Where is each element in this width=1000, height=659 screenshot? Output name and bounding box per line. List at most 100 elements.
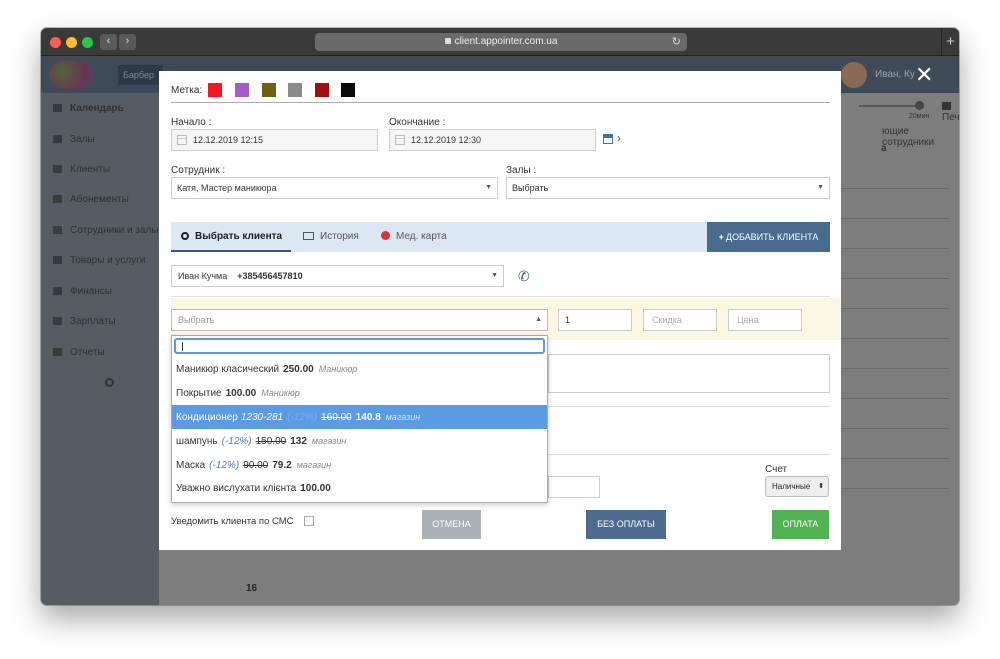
app-logo: [49, 61, 95, 89]
dropdown-option[interactable]: Маникюр класический 250.00 Маникюр: [172, 357, 547, 381]
avatar[interactable]: [841, 62, 867, 88]
sms-checkbox[interactable]: [304, 516, 314, 526]
zoom-slider[interactable]: [859, 105, 919, 107]
option-category: магазин: [311, 436, 347, 446]
amount-input[interactable]: [548, 476, 600, 498]
dropdown-option[interactable]: Покрытие 100.00 Маникюр: [172, 381, 547, 405]
phone-icon[interactable]: ✆: [518, 268, 530, 285]
sidebar-item-products[interactable]: Товары и услуги: [53, 254, 146, 268]
chevron-up-icon: ▲: [535, 316, 542, 323]
maximize-window-button[interactable]: [82, 37, 93, 48]
account-select[interactable]: Наличные ⬍: [765, 476, 829, 497]
option-name: Маникюр класический: [176, 364, 280, 375]
end-datetime-field[interactable]: 12.12.2019 12:30: [389, 129, 596, 151]
cancel-button[interactable]: ОТМЕНА: [422, 510, 481, 539]
option-price: 100.00: [225, 388, 257, 399]
start-datetime-field[interactable]: 12.12.2019 12:15: [171, 129, 378, 151]
sidebar-item-finances[interactable]: Финансы: [53, 285, 112, 299]
tag-swatch-olive[interactable]: [262, 83, 276, 97]
dropdown-option[interactable]: Уважно вислухати клієнта 100.00: [172, 477, 547, 501]
payment-button[interactable]: ОПЛАТА: [772, 510, 829, 539]
tag-label: Метка:: [171, 85, 203, 96]
print-button[interactable]: Печать: [942, 101, 959, 123]
sms-label: Уведомить клиента по СМС: [171, 516, 294, 527]
reload-icon[interactable]: ↻: [672, 33, 681, 51]
price-input[interactable]: Цена: [728, 309, 802, 331]
tag-swatch-red[interactable]: [208, 83, 222, 97]
card-icon: [53, 195, 62, 203]
dropdown-option[interactable]: Кондиционер 1230-281 (-12%) 160.00 140.8 мага…: [172, 405, 547, 429]
calendar-picker-icon[interactable]: [603, 134, 613, 144]
tag-swatch-purple[interactable]: [235, 83, 249, 97]
tag-swatch-black[interactable]: [341, 83, 355, 97]
close-window-button[interactable]: [50, 37, 61, 48]
sidebar-item-label: Клиенты: [70, 164, 111, 175]
tag-swatch-gray[interactable]: [288, 83, 302, 97]
divider: [171, 102, 830, 103]
user-name[interactable]: Иван, Ку: [875, 69, 915, 80]
sidebar-item-halls[interactable]: Залы: [53, 133, 95, 147]
printer-icon: [942, 102, 951, 110]
dropdown-option[interactable]: Маска (-12%) 90.00 79.2 магазин: [172, 453, 547, 477]
option-price: 132: [290, 436, 307, 447]
tag-swatch-darkred[interactable]: [315, 83, 329, 97]
add-client-button[interactable]: + ДОБАВИТЬ КЛИЕНТА: [707, 222, 830, 252]
grid-line: [831, 218, 949, 219]
sidebar-item-salaries[interactable]: Зарплаты: [53, 315, 116, 329]
cart-icon: [53, 256, 62, 264]
client-tabs: Выбрать клиента История Мед. карта + ДОБА…: [171, 222, 830, 252]
sidebar-item-label: Залы: [70, 134, 95, 145]
forward-button[interactable]: ›: [119, 34, 136, 50]
lock-icon: [444, 38, 451, 44]
settings-gear-icon[interactable]: [105, 378, 114, 387]
report-icon: [53, 348, 62, 356]
service-select[interactable]: Выбрать ▲: [171, 309, 548, 331]
sidebar-item-subscriptions[interactable]: Абонементы: [53, 193, 129, 207]
service-placeholder: Выбрать: [178, 315, 215, 325]
dropdown-search-input[interactable]: [174, 338, 545, 354]
staff-filter-label: ющие сотрудники: [882, 126, 935, 148]
option-category: Маникюр: [261, 388, 300, 398]
zoom-slider-handle[interactable]: [915, 101, 924, 110]
grid-line: [831, 458, 949, 459]
sidebar-item-clients[interactable]: Клиенты: [53, 163, 110, 177]
option-name: шампунь: [176, 436, 218, 447]
next-arrow-icon[interactable]: ›: [617, 131, 621, 145]
back-button[interactable]: ‹: [100, 34, 117, 50]
plus-circle-icon: [381, 231, 390, 240]
address-bar[interactable]: client.appointer.com.ua ↻: [315, 33, 687, 51]
search-icon: [181, 232, 189, 240]
grid-line: [831, 278, 949, 279]
quantity-input[interactable]: 1: [558, 309, 632, 331]
new-tab-button[interactable]: +: [941, 28, 959, 56]
client-select[interactable]: Иван Кучма +385456457810 ▼: [171, 265, 504, 287]
comment-textarea[interactable]: [548, 354, 830, 393]
sidebar-item-calendar[interactable]: Календарь: [53, 102, 124, 116]
tab-select-client[interactable]: Выбрать клиента: [171, 222, 291, 252]
halls-select[interactable]: Выбрать ▼: [506, 177, 830, 199]
no-payment-button[interactable]: БЕЗ ОПЛАТЫ: [586, 510, 666, 539]
discount-input[interactable]: Скидка: [643, 309, 717, 331]
id-card-icon: [303, 232, 314, 240]
tab-history[interactable]: История: [303, 222, 359, 252]
sidebar-item-reports[interactable]: Отчеты: [53, 346, 105, 360]
option-price: 250.00: [283, 364, 314, 375]
day-number: 16: [246, 583, 258, 594]
minimize-window-button[interactable]: [66, 37, 77, 48]
book-icon: [53, 135, 62, 143]
tab-medical-card[interactable]: Мед. карта: [381, 222, 447, 252]
close-modal-button[interactable]: ✕: [915, 64, 933, 86]
divider: [548, 454, 830, 455]
employee-select[interactable]: Катя, Мастер маникюра ▼: [171, 177, 498, 199]
brand-chip[interactable]: Барбер: [118, 65, 163, 85]
grid-line: [831, 248, 949, 249]
updown-icon: ⬍: [818, 483, 824, 490]
end-label: Окончание :: [389, 117, 446, 128]
option-category: Маникюр: [318, 364, 358, 374]
account-label: Счет: [765, 464, 788, 475]
sidebar-item-label: Календарь: [70, 103, 124, 114]
sidebar-item-label: Товары и услуги: [70, 255, 146, 266]
option-price: 79.2: [272, 460, 292, 471]
sidebar-item-staff[interactable]: Сотрудники и залы: [53, 224, 158, 238]
dropdown-option[interactable]: шампунь (-12%) 150.00 132 магазин: [172, 429, 547, 453]
